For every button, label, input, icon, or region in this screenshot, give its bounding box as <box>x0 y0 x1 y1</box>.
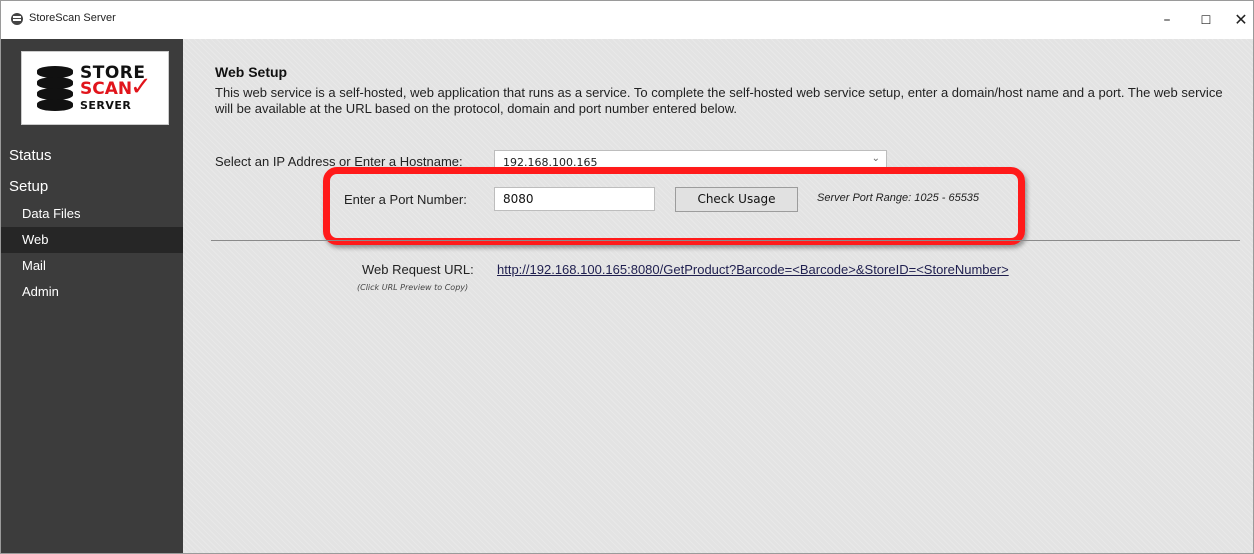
checkmark-icon: ✓ <box>130 72 152 102</box>
storescan-logo: STORE SCAN ✓ SERVER <box>21 51 169 125</box>
logo-server-text: SERVER <box>80 99 132 112</box>
divider <box>211 240 1240 241</box>
app-window: StoreScan Server – ☐ ✕ STORE SCAN ✓ SERV… <box>0 0 1254 554</box>
maximize-button[interactable]: ☐ <box>1186 7 1226 33</box>
title-bar: StoreScan Server – ☐ ✕ <box>1 1 1253 40</box>
logo-scan-text: SCAN <box>80 79 133 99</box>
close-button[interactable]: ✕ <box>1227 7 1253 33</box>
sidebar-item-mail[interactable]: Mail <box>1 253 183 279</box>
database-icon <box>37 66 73 112</box>
web-request-url-label: Web Request URL: <box>362 262 474 277</box>
minimize-button[interactable]: – <box>1147 7 1187 33</box>
window-title: StoreScan Server <box>29 12 116 24</box>
page-title: Web Setup <box>215 64 288 80</box>
url-copy-hint: (Click URL Preview to Copy) <box>357 283 469 292</box>
page-description: This web service is a self-hosted, web a… <box>215 85 1223 116</box>
sidebar: STORE SCAN ✓ SERVER Status Setup Data Fi… <box>1 39 183 553</box>
nav-setup[interactable]: Setup <box>9 178 48 195</box>
nav-status[interactable]: Status <box>9 147 52 164</box>
app-icon <box>11 13 23 25</box>
annotation-highlight <box>323 167 1025 245</box>
main-panel: Web Setup This web service is a self-hos… <box>183 39 1253 553</box>
chevron-down-icon: ⌄ <box>871 153 880 164</box>
sidebar-item-data-files[interactable]: Data Files <box>1 201 183 227</box>
sidebar-item-web[interactable]: Web <box>1 227 183 253</box>
web-request-url-link[interactable]: http://192.168.100.165:8080/GetProduct?B… <box>497 262 1009 277</box>
sidebar-item-admin[interactable]: Admin <box>1 279 183 305</box>
